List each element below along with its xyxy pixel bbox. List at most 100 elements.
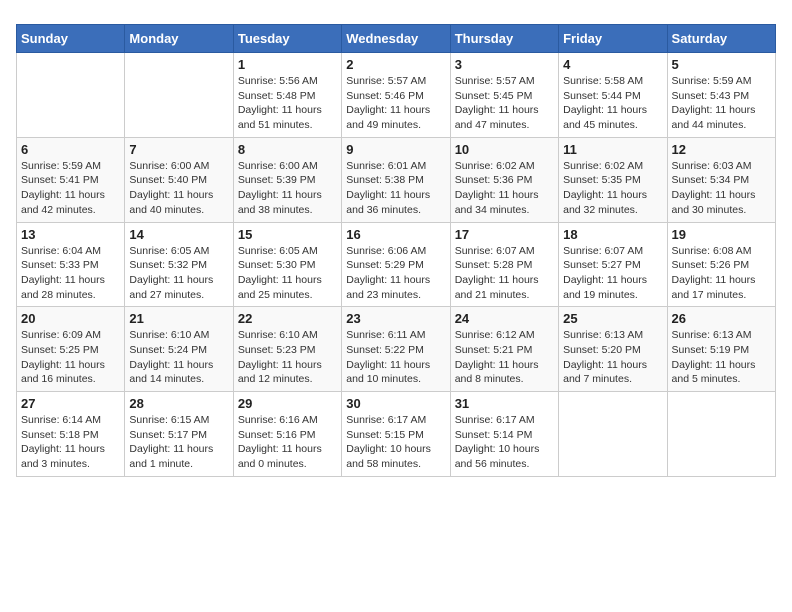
- calendar-cell: 21 Sunrise: 6:10 AM Sunset: 5:24 PM Dayli…: [125, 307, 233, 392]
- calendar-cell: 5 Sunrise: 5:59 AM Sunset: 5:43 PM Daylig…: [667, 53, 775, 138]
- day-info: Sunrise: 6:15 AM Sunset: 5:17 PM Dayligh…: [129, 413, 228, 472]
- day-number: 22: [238, 311, 337, 326]
- day-number: 18: [563, 227, 662, 242]
- day-info: Sunrise: 6:07 AM Sunset: 5:28 PM Dayligh…: [455, 244, 554, 303]
- day-info: Sunrise: 6:04 AM Sunset: 5:33 PM Dayligh…: [21, 244, 120, 303]
- calendar-cell: 27 Sunrise: 6:14 AM Sunset: 5:18 PM Dayli…: [17, 392, 125, 477]
- day-number: 11: [563, 142, 662, 157]
- calendar-cell: 12Sunrise: 6:03 AM Sunset: 5:34 PM Dayli…: [667, 137, 775, 222]
- day-number: 27: [21, 396, 120, 411]
- calendar-cell: 13 Sunrise: 6:04 AM Sunset: 5:33 PM Dayli…: [17, 222, 125, 307]
- calendar-header: SundayMondayTuesdayWednesdayThursdayFrid…: [17, 25, 776, 53]
- calendar-week-5: 27 Sunrise: 6:14 AM Sunset: 5:18 PM Dayli…: [17, 392, 776, 477]
- weekday-header-saturday: Saturday: [667, 25, 775, 53]
- day-info: Sunrise: 6:11 AM Sunset: 5:22 PM Dayligh…: [346, 328, 445, 387]
- day-number: 3: [455, 57, 554, 72]
- day-number: 5: [672, 57, 771, 72]
- day-number: 17: [455, 227, 554, 242]
- calendar-cell: 31Sunrise: 6:17 AM Sunset: 5:14 PM Dayli…: [450, 392, 558, 477]
- calendar-cell: 22 Sunrise: 6:10 AM Sunset: 5:23 PM Dayli…: [233, 307, 341, 392]
- calendar-cell: 15 Sunrise: 6:05 AM Sunset: 5:30 PM Dayli…: [233, 222, 341, 307]
- calendar-cell: 7 Sunrise: 6:00 AM Sunset: 5:40 PM Daylig…: [125, 137, 233, 222]
- calendar-cell: [667, 392, 775, 477]
- calendar-cell: 9Sunrise: 6:01 AM Sunset: 5:38 PM Daylig…: [342, 137, 450, 222]
- day-info: Sunrise: 5:57 AM Sunset: 5:46 PM Dayligh…: [346, 74, 445, 133]
- calendar-cell: 6 Sunrise: 5:59 AM Sunset: 5:41 PM Daylig…: [17, 137, 125, 222]
- day-number: 20: [21, 311, 120, 326]
- calendar-cell: 24Sunrise: 6:12 AM Sunset: 5:21 PM Dayli…: [450, 307, 558, 392]
- day-number: 23: [346, 311, 445, 326]
- calendar-cell: 8 Sunrise: 6:00 AM Sunset: 5:39 PM Daylig…: [233, 137, 341, 222]
- day-info: Sunrise: 6:03 AM Sunset: 5:34 PM Dayligh…: [672, 159, 771, 218]
- calendar-cell: 23 Sunrise: 6:11 AM Sunset: 5:22 PM Dayli…: [342, 307, 450, 392]
- day-info: Sunrise: 5:56 AM Sunset: 5:48 PM Dayligh…: [238, 74, 337, 133]
- calendar-week-1: 1 Sunrise: 5:56 AM Sunset: 5:48 PM Daylig…: [17, 53, 776, 138]
- day-info: Sunrise: 6:05 AM Sunset: 5:30 PM Dayligh…: [238, 244, 337, 303]
- calendar-cell: 17 Sunrise: 6:07 AM Sunset: 5:28 PM Dayli…: [450, 222, 558, 307]
- calendar-cell: 2Sunrise: 5:57 AM Sunset: 5:46 PM Daylig…: [342, 53, 450, 138]
- weekday-header-wednesday: Wednesday: [342, 25, 450, 53]
- day-info: Sunrise: 6:09 AM Sunset: 5:25 PM Dayligh…: [21, 328, 120, 387]
- calendar-cell: 10Sunrise: 6:02 AM Sunset: 5:36 PM Dayli…: [450, 137, 558, 222]
- calendar-table: SundayMondayTuesdayWednesdayThursdayFrid…: [16, 24, 776, 477]
- day-info: Sunrise: 6:13 AM Sunset: 5:19 PM Dayligh…: [672, 328, 771, 387]
- calendar-cell: [17, 53, 125, 138]
- day-info: Sunrise: 6:06 AM Sunset: 5:29 PM Dayligh…: [346, 244, 445, 303]
- day-number: 6: [21, 142, 120, 157]
- day-info: Sunrise: 6:01 AM Sunset: 5:38 PM Dayligh…: [346, 159, 445, 218]
- calendar-cell: 1 Sunrise: 5:56 AM Sunset: 5:48 PM Daylig…: [233, 53, 341, 138]
- weekday-header-row: SundayMondayTuesdayWednesdayThursdayFrid…: [17, 25, 776, 53]
- day-number: 19: [672, 227, 771, 242]
- weekday-header-friday: Friday: [559, 25, 667, 53]
- day-info: Sunrise: 6:10 AM Sunset: 5:24 PM Dayligh…: [129, 328, 228, 387]
- day-info: Sunrise: 6:02 AM Sunset: 5:35 PM Dayligh…: [563, 159, 662, 218]
- calendar-cell: 11 Sunrise: 6:02 AM Sunset: 5:35 PM Dayli…: [559, 137, 667, 222]
- day-number: 15: [238, 227, 337, 242]
- day-number: 30: [346, 396, 445, 411]
- day-number: 1: [238, 57, 337, 72]
- day-info: Sunrise: 6:13 AM Sunset: 5:20 PM Dayligh…: [563, 328, 662, 387]
- day-number: 4: [563, 57, 662, 72]
- calendar-cell: 3 Sunrise: 5:57 AM Sunset: 5:45 PM Daylig…: [450, 53, 558, 138]
- day-number: 29: [238, 396, 337, 411]
- day-info: Sunrise: 6:05 AM Sunset: 5:32 PM Dayligh…: [129, 244, 228, 303]
- day-info: Sunrise: 6:16 AM Sunset: 5:16 PM Dayligh…: [238, 413, 337, 472]
- day-number: 7: [129, 142, 228, 157]
- calendar-week-4: 20 Sunrise: 6:09 AM Sunset: 5:25 PM Dayli…: [17, 307, 776, 392]
- weekday-header-monday: Monday: [125, 25, 233, 53]
- calendar-cell: 29 Sunrise: 6:16 AM Sunset: 5:16 PM Dayli…: [233, 392, 341, 477]
- day-number: 8: [238, 142, 337, 157]
- day-info: Sunrise: 5:57 AM Sunset: 5:45 PM Dayligh…: [455, 74, 554, 133]
- day-number: 25: [563, 311, 662, 326]
- day-info: Sunrise: 6:17 AM Sunset: 5:15 PM Dayligh…: [346, 413, 445, 472]
- day-number: 21: [129, 311, 228, 326]
- day-info: Sunrise: 6:02 AM Sunset: 5:36 PM Dayligh…: [455, 159, 554, 218]
- day-info: Sunrise: 6:00 AM Sunset: 5:40 PM Dayligh…: [129, 159, 228, 218]
- day-info: Sunrise: 5:59 AM Sunset: 5:43 PM Dayligh…: [672, 74, 771, 133]
- day-info: Sunrise: 6:08 AM Sunset: 5:26 PM Dayligh…: [672, 244, 771, 303]
- day-info: Sunrise: 6:14 AM Sunset: 5:18 PM Dayligh…: [21, 413, 120, 472]
- calendar-cell: [125, 53, 233, 138]
- day-info: Sunrise: 5:59 AM Sunset: 5:41 PM Dayligh…: [21, 159, 120, 218]
- calendar-week-3: 13 Sunrise: 6:04 AM Sunset: 5:33 PM Dayli…: [17, 222, 776, 307]
- day-info: Sunrise: 6:17 AM Sunset: 5:14 PM Dayligh…: [455, 413, 554, 472]
- day-info: Sunrise: 5:58 AM Sunset: 5:44 PM Dayligh…: [563, 74, 662, 133]
- weekday-header-thursday: Thursday: [450, 25, 558, 53]
- calendar-cell: 25 Sunrise: 6:13 AM Sunset: 5:20 PM Dayli…: [559, 307, 667, 392]
- calendar-cell: [559, 392, 667, 477]
- day-info: Sunrise: 6:00 AM Sunset: 5:39 PM Dayligh…: [238, 159, 337, 218]
- day-info: Sunrise: 6:12 AM Sunset: 5:21 PM Dayligh…: [455, 328, 554, 387]
- calendar-cell: 26 Sunrise: 6:13 AM Sunset: 5:19 PM Dayli…: [667, 307, 775, 392]
- day-number: 13: [21, 227, 120, 242]
- day-info: Sunrise: 6:10 AM Sunset: 5:23 PM Dayligh…: [238, 328, 337, 387]
- weekday-header-tuesday: Tuesday: [233, 25, 341, 53]
- calendar-body: 1 Sunrise: 5:56 AM Sunset: 5:48 PM Daylig…: [17, 53, 776, 477]
- day-info: Sunrise: 6:07 AM Sunset: 5:27 PM Dayligh…: [563, 244, 662, 303]
- calendar-cell: 19 Sunrise: 6:08 AM Sunset: 5:26 PM Dayli…: [667, 222, 775, 307]
- calendar-cell: 4 Sunrise: 5:58 AM Sunset: 5:44 PM Daylig…: [559, 53, 667, 138]
- day-number: 28: [129, 396, 228, 411]
- calendar-cell: 28 Sunrise: 6:15 AM Sunset: 5:17 PM Dayli…: [125, 392, 233, 477]
- calendar-cell: 30 Sunrise: 6:17 AM Sunset: 5:15 PM Dayli…: [342, 392, 450, 477]
- day-number: 26: [672, 311, 771, 326]
- calendar-cell: 20 Sunrise: 6:09 AM Sunset: 5:25 PM Dayli…: [17, 307, 125, 392]
